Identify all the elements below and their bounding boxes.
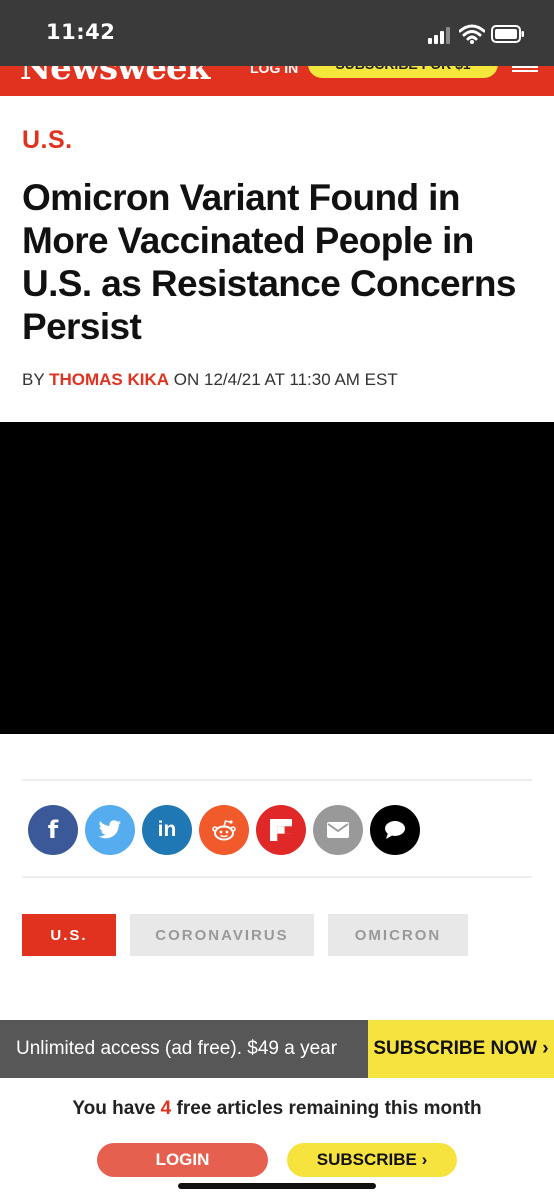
- reddit-share-button[interactable]: [199, 805, 249, 855]
- battery-icon: [491, 25, 525, 43]
- tag-us[interactable]: U.S.: [22, 914, 116, 956]
- paywall-offer-text: Unlimited access (ad free). $49 a year: [16, 1038, 338, 1059]
- paywall-offer-bar: Unlimited access (ad free). $49 a year S…: [0, 1020, 554, 1078]
- linkedin-share-button[interactable]: in: [142, 805, 192, 855]
- status-time: 11:42: [46, 20, 116, 44]
- facebook-icon: f: [47, 816, 59, 844]
- remaining-suffix: free articles remaining this month: [171, 1098, 482, 1119]
- home-indicator[interactable]: [178, 1183, 376, 1189]
- article-title: Omicron Variant Found in More Vaccinated…: [22, 177, 516, 347]
- login-button[interactable]: LOGIN: [97, 1143, 268, 1177]
- divider-bottom: [22, 876, 532, 878]
- article-category[interactable]: U.S.: [22, 126, 73, 155]
- flipboard-icon: [270, 819, 292, 841]
- subscribe-button[interactable]: SUBSCRIBE ›: [287, 1143, 457, 1177]
- header-login-link[interactable]: LOG IN: [250, 66, 298, 76]
- comment-button[interactable]: [370, 805, 420, 855]
- tag-coronavirus[interactable]: CORONAVIRUS: [130, 914, 314, 956]
- site-header: Newsweek LOG IN SUBSCRIBE FOR $1: [0, 66, 554, 96]
- articles-remaining-text: You have 4 free articles remaining this …: [0, 1098, 554, 1120]
- linkedin-icon: in: [157, 818, 177, 841]
- site-logo[interactable]: Newsweek: [20, 66, 210, 88]
- hamburger-menu-icon[interactable]: [512, 66, 538, 72]
- video-player[interactable]: [0, 422, 554, 734]
- twitter-icon: [98, 820, 122, 839]
- header-subscribe-button[interactable]: SUBSCRIBE FOR $1: [308, 66, 498, 78]
- remaining-prefix: You have: [72, 1098, 161, 1119]
- byline-date: ON 12/4/21 AT 11:30 AM EST: [169, 370, 398, 389]
- tag-omicron[interactable]: OMICRON: [328, 914, 468, 956]
- remaining-count: 4: [160, 1098, 172, 1119]
- reddit-icon: [212, 820, 236, 841]
- author-link[interactable]: THOMAS KIKA: [49, 370, 169, 389]
- divider-top: [22, 779, 532, 781]
- subscribe-now-button[interactable]: SUBSCRIBE NOW ›: [368, 1020, 554, 1078]
- cellular-signal-icon: [428, 26, 454, 44]
- email-share-button[interactable]: [313, 805, 363, 855]
- comment-icon: [385, 821, 405, 839]
- email-icon: [327, 822, 349, 838]
- share-buttons: f in: [28, 805, 420, 855]
- byline-prefix: BY: [22, 370, 50, 389]
- flipboard-share-button[interactable]: [256, 805, 306, 855]
- facebook-share-button[interactable]: f: [28, 805, 78, 855]
- article-byline: BY THOMAS KIKA ON 12/4/21 AT 11:30 AM ES…: [22, 370, 398, 390]
- paywall-panel: You have 4 free articles remaining this …: [0, 1078, 554, 1200]
- status-bar: 11:42: [0, 0, 554, 66]
- twitter-share-button[interactable]: [85, 805, 135, 855]
- wifi-icon: [458, 24, 486, 44]
- tag-list: U.S. CORONAVIRUS OMICRON: [22, 914, 468, 956]
